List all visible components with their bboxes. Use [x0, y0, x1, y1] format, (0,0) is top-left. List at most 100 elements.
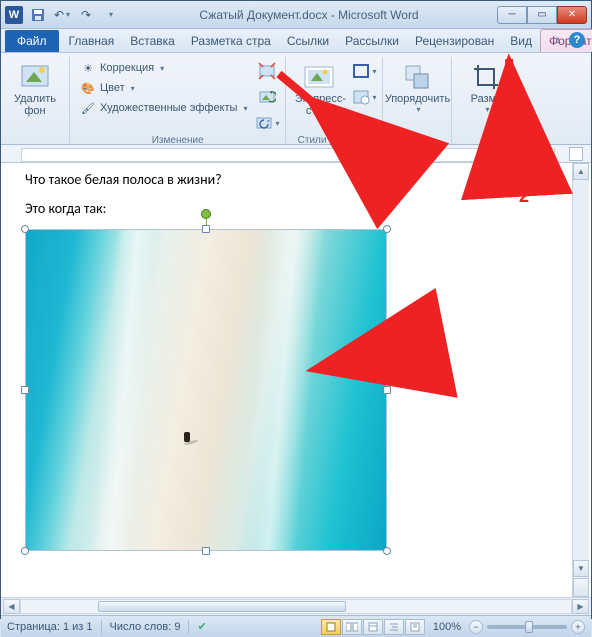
tab-insert[interactable]: Вставка [122, 30, 183, 52]
status-words[interactable]: Число слов: 9 [110, 621, 181, 633]
group-remove-bg: Удалить фон [1, 57, 70, 144]
arrange-label: Упорядочить [385, 93, 450, 105]
view-outline-button[interactable] [384, 619, 404, 635]
collapse-ribbon-icon[interactable]: ㅿ [553, 32, 563, 48]
maximize-button[interactable]: ▭ [527, 6, 557, 24]
picture-content [25, 229, 387, 551]
resize-handle-bl[interactable] [21, 547, 29, 555]
language-icon[interactable]: ✔ [197, 620, 206, 633]
h-scroll-track[interactable] [20, 599, 572, 614]
tab-file[interactable]: Файл [5, 30, 59, 52]
resize-handle-r[interactable] [383, 386, 391, 394]
quick-access-toolbar: ↶▾ ↷ ▾ [27, 4, 121, 26]
size-label: Разме [471, 93, 503, 105]
picture-border-button[interactable]: ▾ [352, 59, 376, 83]
group-size: Разме▾ [452, 57, 520, 144]
annotation-num-2: 2 [519, 186, 529, 207]
annotation-num-3: 3 [395, 179, 405, 200]
picture-layout-button[interactable]: ▾ [352, 111, 376, 135]
view-print-layout-button[interactable] [321, 619, 341, 635]
resize-handle-tl[interactable] [21, 225, 29, 233]
group-styles: Экспресс-стили▾ ▾ ▾ ▾ Стили рисунков [286, 57, 383, 144]
palette-icon: 🎨 [80, 80, 96, 96]
tab-page-layout[interactable]: Разметка стра [183, 30, 279, 52]
h-scroll-thumb[interactable] [98, 601, 346, 612]
doc-line-2: Это когда так: [25, 200, 567, 217]
view-web-button[interactable] [363, 619, 383, 635]
group-change: ☀ Коррекция▾ 🎨 Цвет▾ 🖌 Художественные эф… [70, 57, 286, 144]
compress-picture-button[interactable] [255, 59, 279, 83]
brush-icon: 🖌 [80, 100, 96, 116]
artistic-effects-button[interactable]: 🖌 Художественные эффекты▾ [76, 99, 251, 117]
tab-home[interactable]: Главная [61, 30, 123, 52]
tab-view[interactable]: Вид [502, 30, 540, 52]
document-area[interactable]: Что такое белая полоса в жизни? Это когд… [1, 163, 591, 597]
sun-icon: ☀ [80, 60, 96, 76]
scroll-down-button[interactable]: ▼ [573, 560, 589, 577]
status-bar: Страница: 1 из 1 Число слов: 9 ✔ 100% − … [1, 615, 591, 637]
scroll-up-button[interactable]: ▲ [573, 163, 589, 180]
color-button[interactable]: 🎨 Цвет▾ [76, 79, 251, 97]
resize-handle-tr[interactable] [383, 225, 391, 233]
qat-customize-icon[interactable]: ▾ [99, 4, 121, 26]
arrange-button[interactable]: Упорядочить▾ [389, 57, 445, 118]
zoom-in-button[interactable]: + [571, 620, 585, 634]
crop-icon [470, 61, 502, 93]
color-label: Цвет [100, 82, 125, 94]
prev-page-button[interactable] [573, 578, 589, 597]
corrections-label: Коррекция [100, 62, 154, 74]
word-app-icon: W [5, 6, 23, 24]
tab-references[interactable]: Ссылки [279, 30, 337, 52]
express-styles-button[interactable]: Экспресс-стили▾ [292, 57, 348, 130]
ribbon-tabs: Файл Главная Вставка Разметка стра Ссылк… [1, 29, 591, 53]
size-button[interactable]: Разме▾ [458, 57, 514, 118]
ribbon: Удалить фон ☀ Коррекция▾ 🎨 Цвет▾ 🖌 Худож… [1, 53, 591, 145]
express-styles-label: Экспресс-стили [294, 93, 346, 117]
zoom-thumb[interactable] [525, 621, 533, 633]
resize-handle-l[interactable] [21, 386, 29, 394]
tab-mailings[interactable]: Рассылки [337, 30, 407, 52]
selected-picture[interactable] [25, 229, 387, 551]
vertical-scrollbar[interactable]: ▲ ▼ [572, 163, 589, 597]
express-styles-icon [304, 61, 336, 93]
scroll-right-button[interactable]: ▶ [572, 599, 589, 614]
reset-picture-button[interactable]: ▾ [255, 111, 279, 135]
resize-handle-br[interactable] [383, 547, 391, 555]
undo-icon[interactable]: ↶▾ [51, 4, 73, 26]
window-title: Сжатый Документ.docx - Microsoft Word [121, 8, 497, 22]
view-full-reading-button[interactable] [342, 619, 362, 635]
view-buttons [321, 619, 425, 635]
remove-bg-label: Удалить фон [14, 93, 56, 117]
zoom-label[interactable]: 100% [433, 621, 461, 633]
corrections-button[interactable]: ☀ Коррекция▾ [76, 59, 251, 77]
save-icon[interactable] [27, 4, 49, 26]
artistic-label: Художественные эффекты [100, 102, 237, 114]
horizontal-ruler [1, 145, 591, 163]
group-arrange: Упорядочить▾ [383, 57, 452, 144]
status-page[interactable]: Страница: 1 из 1 [7, 621, 93, 633]
zoom-out-button[interactable]: − [469, 620, 483, 634]
window-controls: ─ ▭ ✕ [497, 6, 587, 24]
change-picture-button[interactable] [255, 85, 279, 109]
zoom-slider: − + [469, 620, 585, 634]
ruler-toggle-button[interactable] [569, 147, 583, 161]
minimize-button[interactable]: ─ [497, 6, 527, 24]
arrange-icon [401, 61, 433, 93]
scroll-left-button[interactable]: ◀ [3, 599, 20, 614]
horizontal-scrollbar: ◀ ▶ [1, 597, 591, 615]
view-draft-button[interactable] [405, 619, 425, 635]
resize-handle-t[interactable] [202, 225, 210, 233]
tab-review[interactable]: Рецензирован [407, 30, 502, 52]
picture-effects-button[interactable]: ▾ [352, 85, 376, 109]
zoom-track[interactable] [487, 625, 567, 629]
redo-icon[interactable]: ↷ [75, 4, 97, 26]
close-button[interactable]: ✕ [557, 6, 587, 24]
titlebar: W ↶▾ ↷ ▾ Сжатый Документ.docx - Microsof… [1, 1, 591, 29]
rotation-handle[interactable] [201, 209, 211, 219]
annotation-num-1: 1 [439, 338, 449, 359]
help-icon[interactable]: ? [569, 32, 585, 48]
resize-handle-b[interactable] [202, 547, 210, 555]
remove-bg-icon [19, 61, 51, 93]
doc-line-1: Что такое белая полоса в жизни? [25, 171, 567, 188]
remove-background-button[interactable]: Удалить фон [7, 57, 63, 121]
